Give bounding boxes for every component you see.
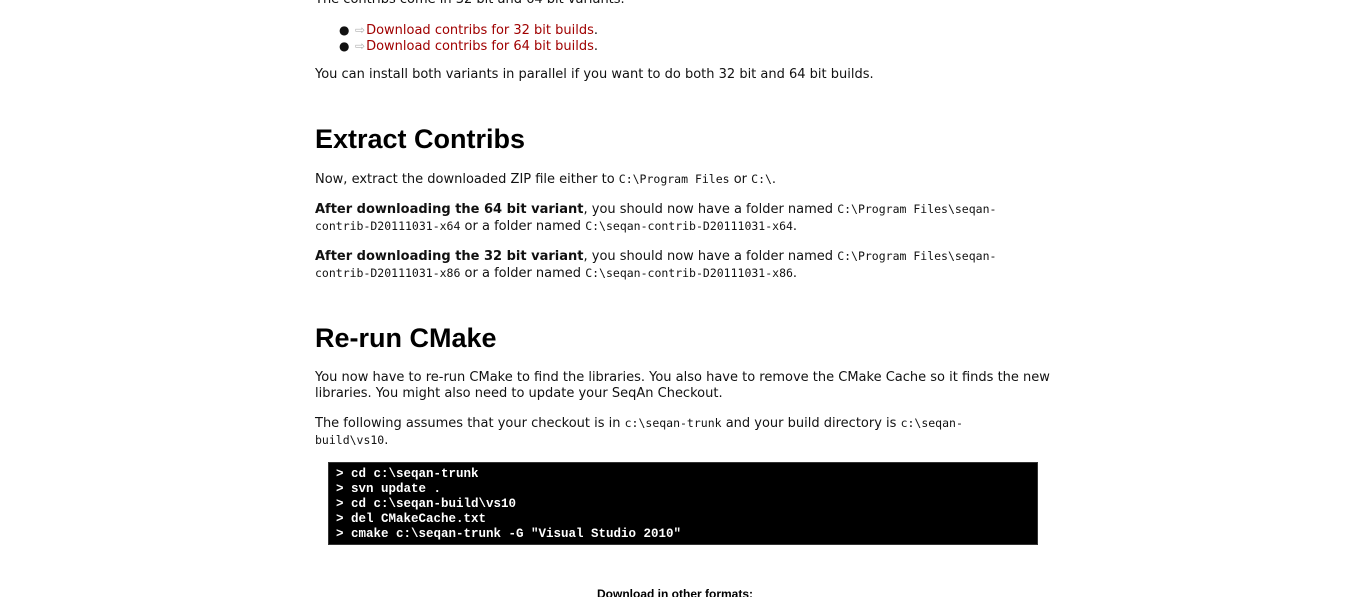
path-code: c:\seqan- [900, 416, 963, 430]
extract-64bit-paragraph: After downloading the 64 bit variant, yo… [315, 201, 1055, 235]
assumption-paragraph: The following assumes that your checkout… [315, 415, 1055, 449]
text: , you should now have a folder named [583, 202, 838, 217]
bold-label: After downloading the 32 bit variant [315, 249, 584, 264]
download-32bit-link[interactable]: Download contribs for 32 bit builds [366, 23, 594, 38]
text: . [792, 219, 798, 234]
code-line: > cmake c:\seqan-trunk -G "Visual Studio… [336, 527, 682, 541]
path-code: C:\Program Files [618, 172, 730, 186]
download-list: ● ⇨Download contribs for 32 bit builds. … [315, 22, 1055, 54]
path-code: C:\seqan-contrib-D20111031-x86 [585, 266, 793, 280]
heading-extract-contribs: Extract Contribs [315, 124, 526, 154]
path-code: build\vs10 [315, 433, 385, 447]
code-line: > del CMakeCache.txt [336, 512, 487, 526]
parallel-install-text: You can install both variants in paralle… [315, 67, 874, 82]
bold-label: After downloading the 64 bit variant [315, 202, 584, 217]
heading-rerun-cmake: Re-run CMake [315, 323, 497, 353]
list-item: ● ⇨Download contribs for 32 bit builds. [339, 22, 1055, 38]
code-line: > svn update . [336, 482, 442, 496]
path-code: C:\Program Files\seqan- [837, 202, 997, 216]
text: and your build directory is [721, 416, 901, 431]
text: . [792, 266, 798, 281]
path-code: C:\seqan-contrib-D20111031-x64 [585, 219, 793, 233]
path-code: contrib-D20111031-x64 [315, 219, 461, 233]
list-item: ● ⇨Download contribs for 64 bit builds. [339, 38, 1055, 54]
extract-32bit-paragraph: After downloading the 32 bit variant, yo… [315, 248, 1055, 282]
extract-paragraph: Now, extract the downloaded ZIP file eit… [315, 171, 1055, 188]
bullet-icon: ● [339, 39, 350, 53]
code-line: > cd c:\seqan-trunk [336, 467, 479, 481]
text: , you should now have a folder named [583, 249, 838, 264]
text: The following assumes that your checkout… [315, 416, 625, 431]
intro-text: The contribs come in 32 bit and 64 bit v… [315, 0, 1055, 8]
download-64bit-link[interactable]: Download contribs for 64 bit builds [366, 39, 594, 54]
text: . [384, 433, 389, 448]
text: or [729, 172, 752, 187]
rerun-paragraph: You now have to re-run CMake to find the… [315, 370, 1050, 401]
wiki-content: The contribs come in 32 bit and 64 bit v… [315, 0, 1055, 545]
text: or a folder named [460, 219, 586, 234]
code-line: > cd c:\seqan-build\vs10 [336, 497, 517, 511]
path-code: contrib-D20111031-x86 [315, 266, 461, 280]
path-code: C:\Program Files\seqan- [837, 249, 997, 263]
punctuation: . [593, 39, 599, 54]
punctuation: . [593, 23, 599, 38]
path-code: c:\seqan-trunk [624, 416, 722, 430]
path-code: C:\ [751, 172, 772, 186]
text: or a folder named [460, 266, 586, 281]
text: Now, extract the downloaded ZIP file eit… [315, 172, 619, 187]
text: . [771, 172, 777, 187]
external-link-icon: ⇨ [355, 23, 366, 37]
external-link-icon: ⇨ [355, 39, 366, 53]
command-code-block[interactable]: > cd c:\seqan-trunk > svn update . > cd … [328, 462, 1038, 545]
other-formats-label: Download in other formats: [597, 587, 753, 597]
bullet-icon: ● [339, 23, 350, 37]
